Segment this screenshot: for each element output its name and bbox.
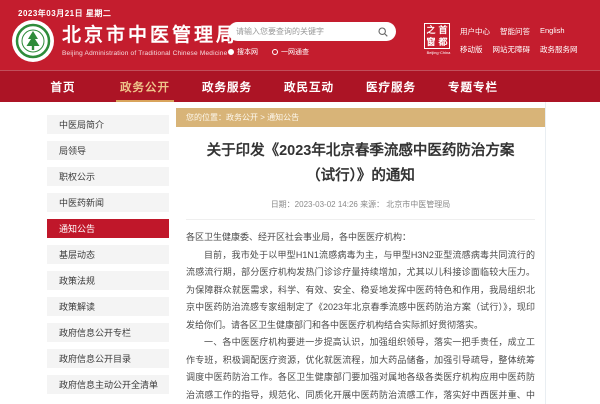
page: 2023年03月21日 星期二 北京市中医管理局 Beijing Adminis… <box>0 0 600 404</box>
seal-char: 都 <box>437 36 449 48</box>
sidebar-item-grassroots[interactable]: 基层动态 <box>47 245 169 264</box>
scope-option-label: 搜本网 <box>237 47 258 57</box>
radio-selected-icon[interactable] <box>228 49 234 55</box>
sidebar-item-policy-interpretation[interactable]: 政策解读 <box>47 297 169 316</box>
search-input[interactable] <box>236 27 378 36</box>
sidebar-item-tcm-news[interactable]: 中医药新闻 <box>47 193 169 212</box>
capital-window-seal-icon: 之 首 窗 都 <box>424 23 450 49</box>
search-box[interactable] <box>228 22 396 41</box>
nav-item-special-topics[interactable]: 专题专栏 <box>432 71 514 102</box>
content-area: 中医局简介 局领导 职权公示 中医药新闻 通知公告 基层动态 政策法规 政策解读… <box>40 102 546 404</box>
article-body: 各区卫生健康委、经开区社会事业局，各中医医疗机构： 目前，我市处于以甲型H1N1… <box>186 229 535 404</box>
breadcrumb[interactable]: 您的位置：政务公开 > 通知公告 <box>176 108 545 127</box>
article-paragraph: 一、各中医医疗机构要进一步提高认识，加强组织领导，落实一把手责任，成立工作专班，… <box>186 334 535 404</box>
search-area: 搜本网 一网通查 <box>228 22 396 57</box>
scope-option-label: 一网通查 <box>281 47 309 57</box>
current-date: 2023年03月21日 星期二 <box>18 9 111 18</box>
article-title: 关于印发《2023年北京春季流感中医药防治方案（试行）》的通知 <box>186 139 535 188</box>
sidebar-item-duties[interactable]: 职权公示 <box>47 167 169 186</box>
article-paragraph: 目前，我市处于以甲型H1N1流感病毒为主，与甲型H3N2亚型流感病毒共同流行的流… <box>186 247 535 335</box>
sidebar-menu: 中医局简介 局领导 职权公示 中医药新闻 通知公告 基层动态 政策法规 政策解读… <box>40 102 176 404</box>
sidebar-item-info-disclosure-catalog[interactable]: 政府信息公开目录 <box>47 349 169 368</box>
main-nav: 首页 政务公开 政务服务 政民互动 医疗服务 专题专栏 <box>0 70 600 102</box>
sidebar-item-intro[interactable]: 中医局简介 <box>47 115 169 134</box>
scope-option-citywide[interactable]: 一网通查 <box>272 47 309 57</box>
radio-unselected-icon[interactable] <box>272 49 278 55</box>
sidebar-item-info-disclosure-column[interactable]: 政府信息公开专栏 <box>47 323 169 342</box>
nav-item-gov-services[interactable]: 政务服务 <box>186 71 268 102</box>
nav-item-gov-disclosure[interactable]: 政务公开 <box>104 71 186 102</box>
topbar: 2023年03月21日 星期二 <box>0 0 600 18</box>
site-header: 北京市中医管理局 Beijing Administration of Tradi… <box>0 18 600 70</box>
link-mobile-version[interactable]: 移动版 <box>460 44 483 55</box>
nav-item-medical-services[interactable]: 医疗服务 <box>350 71 432 102</box>
capital-window-logo[interactable]: 之 首 窗 都 Beijing·China <box>424 23 450 56</box>
quick-links-row-2: 移动版 网站无障碍 政务服务网 <box>460 44 578 55</box>
seal-char: 窗 <box>425 36 437 48</box>
link-user-center[interactable]: 用户中心 <box>460 26 490 37</box>
tcm-emblem-icon <box>15 23 51 59</box>
header-quick-links: 用户中心 智能问答 English 移动版 网站无障碍 政务服务网 <box>460 26 578 62</box>
sidebar-item-notices[interactable]: 通知公告 <box>47 219 169 238</box>
article: 关于印发《2023年北京春季流感中医药防治方案（试行）》的通知 日期：2023-… <box>176 127 545 404</box>
link-english[interactable]: English <box>540 26 565 37</box>
site-title-english: Beijing Administration of Traditional Ch… <box>62 50 238 57</box>
brand-text: 北京市中医管理局 Beijing Administration of Tradi… <box>62 25 238 57</box>
link-accessibility[interactable]: 网站无障碍 <box>493 44 531 55</box>
article-panel: 您的位置：政务公开 > 通知公告 关于印发《2023年北京春季流感中医药防治方案… <box>176 102 546 404</box>
sidebar-item-leaders[interactable]: 局领导 <box>47 141 169 160</box>
capital-window-caption: Beijing·China <box>427 51 448 56</box>
nav-item-public-interaction[interactable]: 政民互动 <box>268 71 350 102</box>
article-meta: 日期：2023-03-02 14:26 来源： 北京市中医管理局 <box>186 199 535 220</box>
site-brand[interactable]: 北京市中医管理局 Beijing Administration of Tradi… <box>12 20 238 62</box>
article-paragraph: 各区卫生健康委、经开区社会事业局，各中医医疗机构： <box>186 229 535 247</box>
nav-item-home[interactable]: 首页 <box>22 71 104 102</box>
sidebar-item-policies[interactable]: 政策法规 <box>47 271 169 290</box>
search-icon[interactable] <box>378 27 388 37</box>
site-title: 北京市中医管理局 <box>62 25 238 48</box>
sidebar-item-disclosure-full-list[interactable]: 政府信息主动公开全清单 <box>47 375 169 394</box>
search-scope-options: 搜本网 一网通查 <box>228 47 396 57</box>
link-gov-service[interactable]: 政务服务网 <box>540 44 578 55</box>
agency-emblem-logo <box>12 20 54 62</box>
seal-char: 首 <box>437 24 449 36</box>
seal-char: 之 <box>425 24 437 36</box>
link-smart-qa[interactable]: 智能问答 <box>500 26 530 37</box>
quick-links-row-1: 用户中心 智能问答 English <box>460 26 578 37</box>
scope-option-site[interactable]: 搜本网 <box>228 47 258 57</box>
